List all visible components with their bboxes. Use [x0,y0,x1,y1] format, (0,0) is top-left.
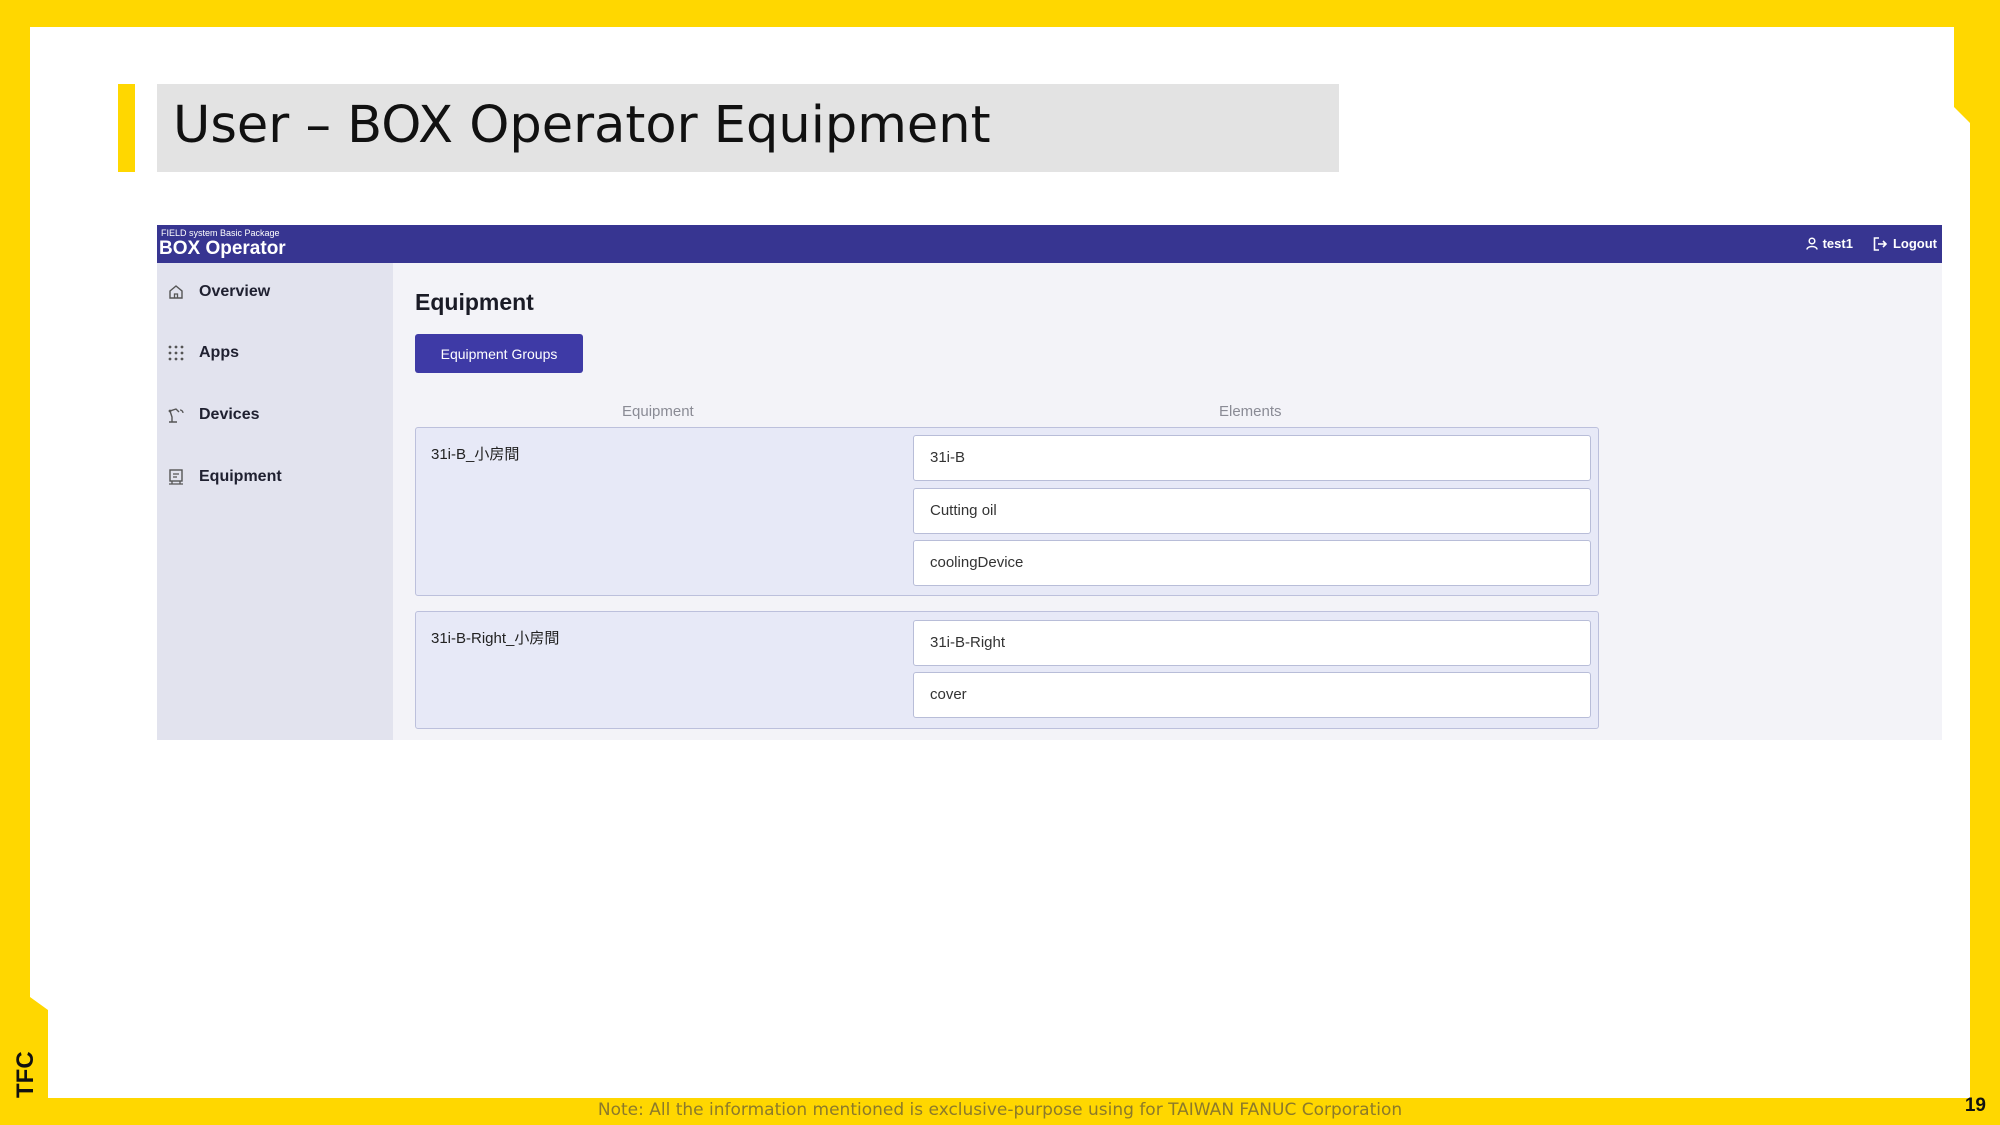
top-bar: FIELD system Basic Package BOX Operator … [157,225,1942,263]
logout-icon [1873,236,1888,251]
column-header-elements: Elements [1219,403,1282,420]
page-title: Equipment [415,289,534,315]
sidebar-item-equipment[interactable]: Equipment [167,468,282,486]
footer-note: Note: All the information mentioned is e… [597,1100,1403,1120]
slide-title: User – BOX Operator Equipment [173,96,991,155]
element-item[interactable]: 31i-B-Right [913,620,1591,666]
equipment-icon [169,469,183,485]
brand-subtitle: FIELD system Basic Package [161,228,280,238]
logo-text: TFC [12,1051,38,1098]
sidebar-item-label: Equipment [199,468,282,485]
page-number: 19 [1964,1095,1986,1116]
user-icon [1805,237,1818,250]
sidebar-item-overview[interactable]: Overview [167,283,270,301]
equipment-row: 31i-B_小房間 31i-B Cutting oil coolingDevic… [415,427,1599,596]
sidebar-item-label: Apps [199,344,239,361]
element-item[interactable]: cover [913,672,1591,718]
sidebar-item-label: Overview [199,283,271,300]
logout-label: Logout [1892,236,1937,251]
equipment-row: 31i-B-Right_小房間 31i-B-Right cover [415,611,1599,729]
equipment-groups-button[interactable]: Equipment Groups [415,334,583,373]
user-name: test1 [1822,236,1853,251]
grid-icon [168,345,184,361]
sidebar-item-apps[interactable]: Apps [167,344,239,362]
element-item[interactable]: coolingDevice [913,540,1591,586]
sidebar-item-label: Devices [199,406,260,423]
logout-button[interactable]: Logout [1873,236,1937,251]
slide: User – BOX Operator Equipment FIELD syst… [30,27,1970,1098]
robot-arm-icon [168,408,184,423]
top-right-actions: test1 Logout [1805,236,1937,251]
equipment-name: 31i-B-Right_小房間 [431,630,560,647]
title-accent-bar [118,84,135,172]
column-header-equipment: Equipment [622,403,694,420]
home-icon [169,285,183,299]
element-item[interactable]: Cutting oil [913,488,1591,534]
title-box: User – BOX Operator Equipment [157,84,1339,172]
main-content: Equipment Equipment Groups Equipment Ele… [393,263,1942,740]
sidebar-item-devices[interactable]: Devices [167,406,260,424]
tfc-logo: TFC [12,1051,38,1098]
app-screenshot: FIELD system Basic Package BOX Operator … [157,225,1942,740]
sidebar: Overview Apps Devices Equipment [157,263,393,740]
element-item[interactable]: 31i-B [913,435,1591,481]
brand-title: BOX Operator [159,238,286,259]
user-menu[interactable]: test1 [1805,236,1853,251]
equipment-name: 31i-B_小房間 [431,446,520,463]
